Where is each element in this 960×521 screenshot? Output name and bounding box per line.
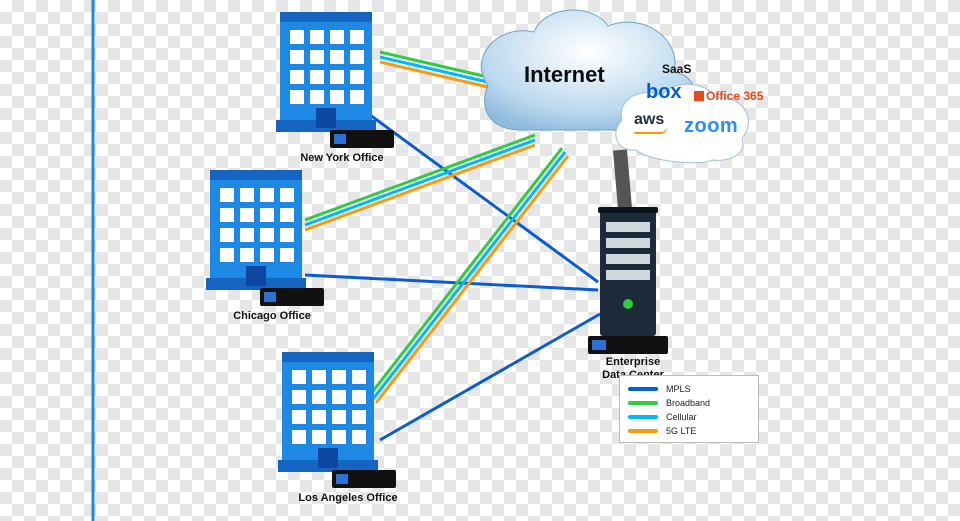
legend-swatch-cellular: [628, 415, 658, 419]
ny-office-icon: [276, 12, 394, 148]
legend-item: MPLS: [628, 382, 750, 396]
ny-office-label: New York Office: [282, 152, 402, 164]
diagram-canvas: [0, 0, 960, 521]
legend-item: 5G LTE: [628, 424, 750, 438]
link-la-dc-mpls: [380, 314, 600, 440]
link-cloud-dc: [620, 150, 625, 209]
legend-swatch-mpls: [628, 387, 658, 391]
vendor-aws: aws: [634, 112, 668, 134]
datacenter-server: [588, 207, 668, 354]
legend-swatch-lte: [628, 429, 658, 433]
chi-office-label: Chicago Office: [212, 310, 332, 322]
vendor-box: box: [646, 82, 682, 102]
legend-box: MPLS Broadband Cellular 5G LTE: [619, 375, 759, 443]
vendor-zoom: zoom: [684, 116, 738, 136]
chi-office-icon: [206, 170, 324, 306]
la-office-icon: [278, 352, 396, 488]
saas-label: SaaS: [662, 62, 691, 76]
internet-label: Internet: [524, 62, 605, 88]
legend-item: Broadband: [628, 396, 750, 410]
legend-item: Cellular: [628, 410, 750, 424]
la-office-label: Los Angeles Office: [278, 492, 418, 504]
vendor-office365: Office 365: [694, 90, 763, 102]
legend-swatch-broadband: [628, 401, 658, 405]
